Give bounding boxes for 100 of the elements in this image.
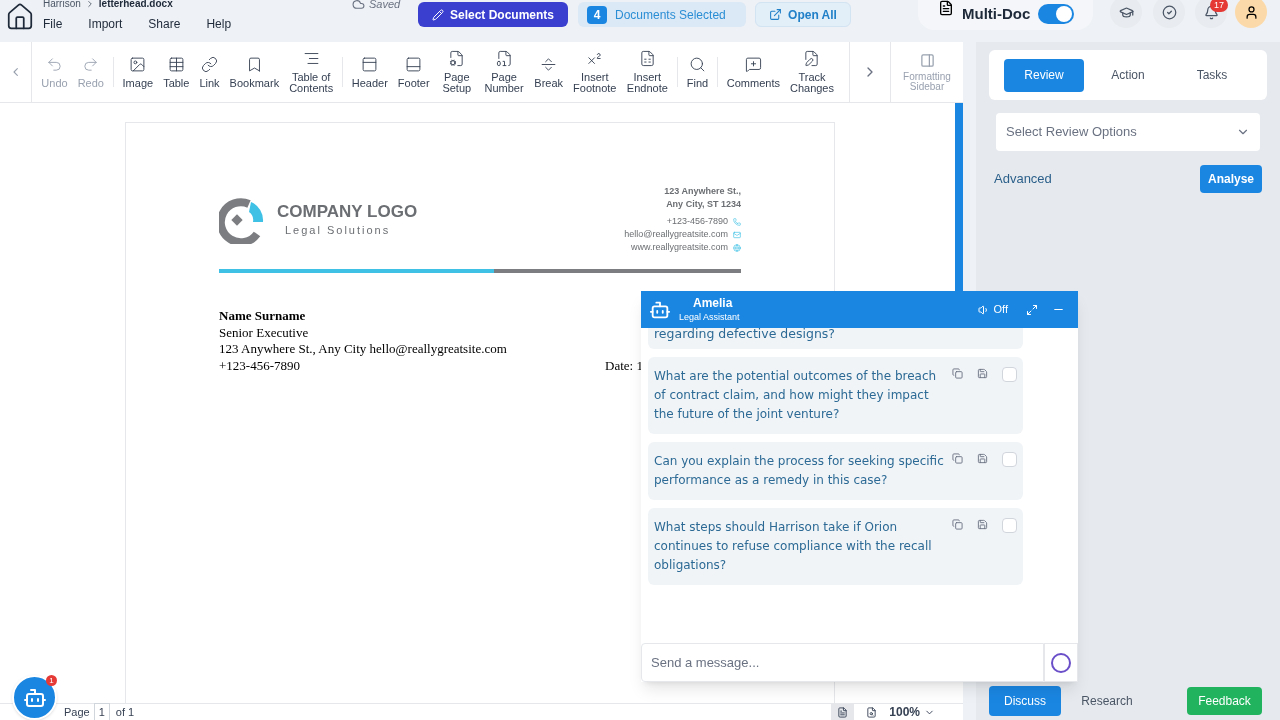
open-all-button[interactable]: Open All	[755, 2, 851, 27]
check-circle-icon	[1161, 4, 1177, 20]
copy-icon[interactable]	[952, 519, 963, 530]
question-text: What steps should Harrison take if Orion continues to refuse compliance with the recall obligations?	[654, 519, 933, 574]
print-layout-button[interactable]	[831, 704, 855, 720]
bottom-tab[interactable]: Research	[1071, 686, 1143, 716]
copy-icon[interactable]	[952, 453, 963, 464]
question-card[interactable]: Can you explain the process for seeking specific performance as a remedy in this case?	[648, 442, 1023, 500]
undo-icon	[46, 55, 63, 73]
footer-icon	[405, 55, 423, 73]
sender-line: 123 Anywhere St., Any City hello@reallygreatsite.com	[219, 341, 508, 358]
analyse-button[interactable]: Analyse	[1199, 165, 1262, 193]
menu-item[interactable]: Help	[206, 15, 232, 33]
speaker-icon	[977, 303, 990, 316]
save-status: Saved	[369, 0, 401, 12]
save-icon[interactable]	[977, 519, 988, 530]
sidebar-icon	[919, 52, 935, 68]
user-icon	[1243, 4, 1259, 20]
cloud-icon	[352, 0, 365, 11]
toolbar-button[interactable]: Footer	[392, 55, 435, 89]
toolbar-button[interactable]: Break	[529, 55, 569, 89]
sender-name: Name Surname	[219, 308, 307, 325]
page-number-field[interactable]: 1	[93, 702, 110, 720]
question-text: regarding defective designs?	[654, 328, 835, 341]
breadcrumb-folder[interactable]: Harrison	[43, 0, 81, 9]
toolbar-button[interactable]: Page Number	[478, 50, 530, 94]
mail-icon	[733, 230, 741, 239]
copy-icon[interactable]	[952, 368, 963, 379]
sender-line: Senior Executive	[219, 324, 310, 341]
message-input[interactable]: Send a message...	[641, 643, 1044, 682]
panel-tab[interactable]: Action	[1088, 58, 1168, 92]
assistant-role: Legal Assistant	[679, 310, 740, 324]
toolbar-button[interactable]: Comments	[721, 55, 785, 89]
selected-label: Documents Selected	[615, 6, 726, 24]
toolbar-button[interactable]: Insert Footnote	[568, 50, 622, 94]
question-text: What are the potential outcomes of the breach of contract claim, and how might they impact the future of the joint venture?	[654, 368, 938, 423]
assistant-name: Amelia	[693, 295, 734, 310]
question-card[interactable]: What steps should Harrison take if Orion continues to refuse compliance with the recall obligations?	[648, 508, 1023, 585]
review-options-select[interactable]: Select Review Options	[996, 113, 1260, 151]
panel-tab[interactable]: Tasks	[1172, 58, 1252, 92]
header-icon-button[interactable]	[1110, 0, 1142, 28]
toolbar-button[interactable]: Insert Endnote	[621, 50, 674, 94]
question-checkbox[interactable]	[1002, 518, 1017, 533]
table-icon	[167, 55, 185, 73]
toolbar-button[interactable]: Header	[346, 55, 393, 89]
phone-icon	[733, 217, 741, 226]
link-icon	[201, 55, 218, 73]
comment-icon	[744, 55, 762, 73]
multi-doc-toggle[interactable]	[1038, 4, 1075, 24]
sound-toggle[interactable]: Off	[977, 301, 1008, 318]
date-text: Date: 1	[605, 357, 643, 374]
file-name: letterhead.docx	[98, 0, 173, 9]
contact-text: +123-456-7890	[666, 215, 728, 228]
avatar-button[interactable]	[1235, 0, 1267, 28]
page-icon	[837, 706, 849, 718]
menu-item[interactable]: Import	[88, 15, 123, 33]
scrollbar-thumb[interactable]	[955, 103, 963, 293]
bottom-tab[interactable]: Discuss	[989, 686, 1061, 716]
select-documents-button[interactable]: Select Documents	[418, 2, 568, 27]
save-icon[interactable]	[977, 368, 988, 379]
send-button[interactable]	[1044, 643, 1078, 682]
toolbar-button[interactable]: Bookmark	[224, 55, 285, 89]
advanced-link[interactable]: Advanced	[994, 169, 1052, 189]
chatbot-badge: 1	[46, 675, 57, 686]
external-link-icon	[769, 8, 783, 21]
graduation-cap-icon	[1118, 4, 1134, 20]
question-text: Can you explain the process for seeking specific performance as a remedy in this case?	[654, 453, 945, 489]
header-icon	[361, 55, 379, 73]
toolbar-button[interactable]: Table	[158, 55, 195, 89]
list-icon	[302, 50, 320, 67]
page-number-icon	[495, 50, 513, 67]
home-icon[interactable]	[5, 2, 35, 32]
panel-tab[interactable]: Review	[1004, 58, 1084, 92]
toolbar-button[interactable]: Track Changes	[784, 50, 839, 94]
toolbar-button[interactable]: Table of Contents	[284, 50, 339, 94]
logo-title: COMPANY LOGO	[277, 202, 418, 223]
toolbar-button[interactable]: Find	[681, 55, 714, 89]
question-checkbox[interactable]	[1002, 367, 1017, 382]
question-checkbox[interactable]	[1002, 452, 1017, 467]
question-card[interactable]: What are the potential outcomes of the breach of contract claim, and how might they impact the future of the joint venture?	[648, 357, 1023, 434]
save-icon[interactable]	[977, 453, 988, 464]
footnote-icon	[586, 50, 604, 67]
page-label: Page	[64, 704, 90, 720]
expand-icon[interactable]	[1026, 303, 1038, 316]
search-icon	[688, 55, 706, 73]
address-line: 123 Anywhere St.,	[664, 185, 741, 198]
contact-text: hello@reallygreatsite.com	[624, 228, 728, 241]
multi-doc-label: Multi-Doc	[962, 3, 1031, 24]
toolbar-button[interactable]: Link	[194, 55, 225, 89]
count-badge: 4	[587, 5, 607, 24]
web-layout-icon[interactable]	[866, 706, 878, 718]
header-icon-button[interactable]	[1153, 0, 1185, 28]
menu-item[interactable]: Share	[148, 15, 181, 33]
toolbar-button[interactable]: Image	[117, 55, 159, 89]
toolbar-button[interactable]: Page Setup	[434, 50, 479, 94]
notification-badge: 17	[1210, 0, 1228, 12]
zoom-dropdown[interactable]: 100%	[889, 703, 935, 720]
globe-icon	[733, 243, 741, 252]
redo-icon	[82, 55, 100, 73]
menu-item[interactable]: File	[43, 15, 63, 33]
